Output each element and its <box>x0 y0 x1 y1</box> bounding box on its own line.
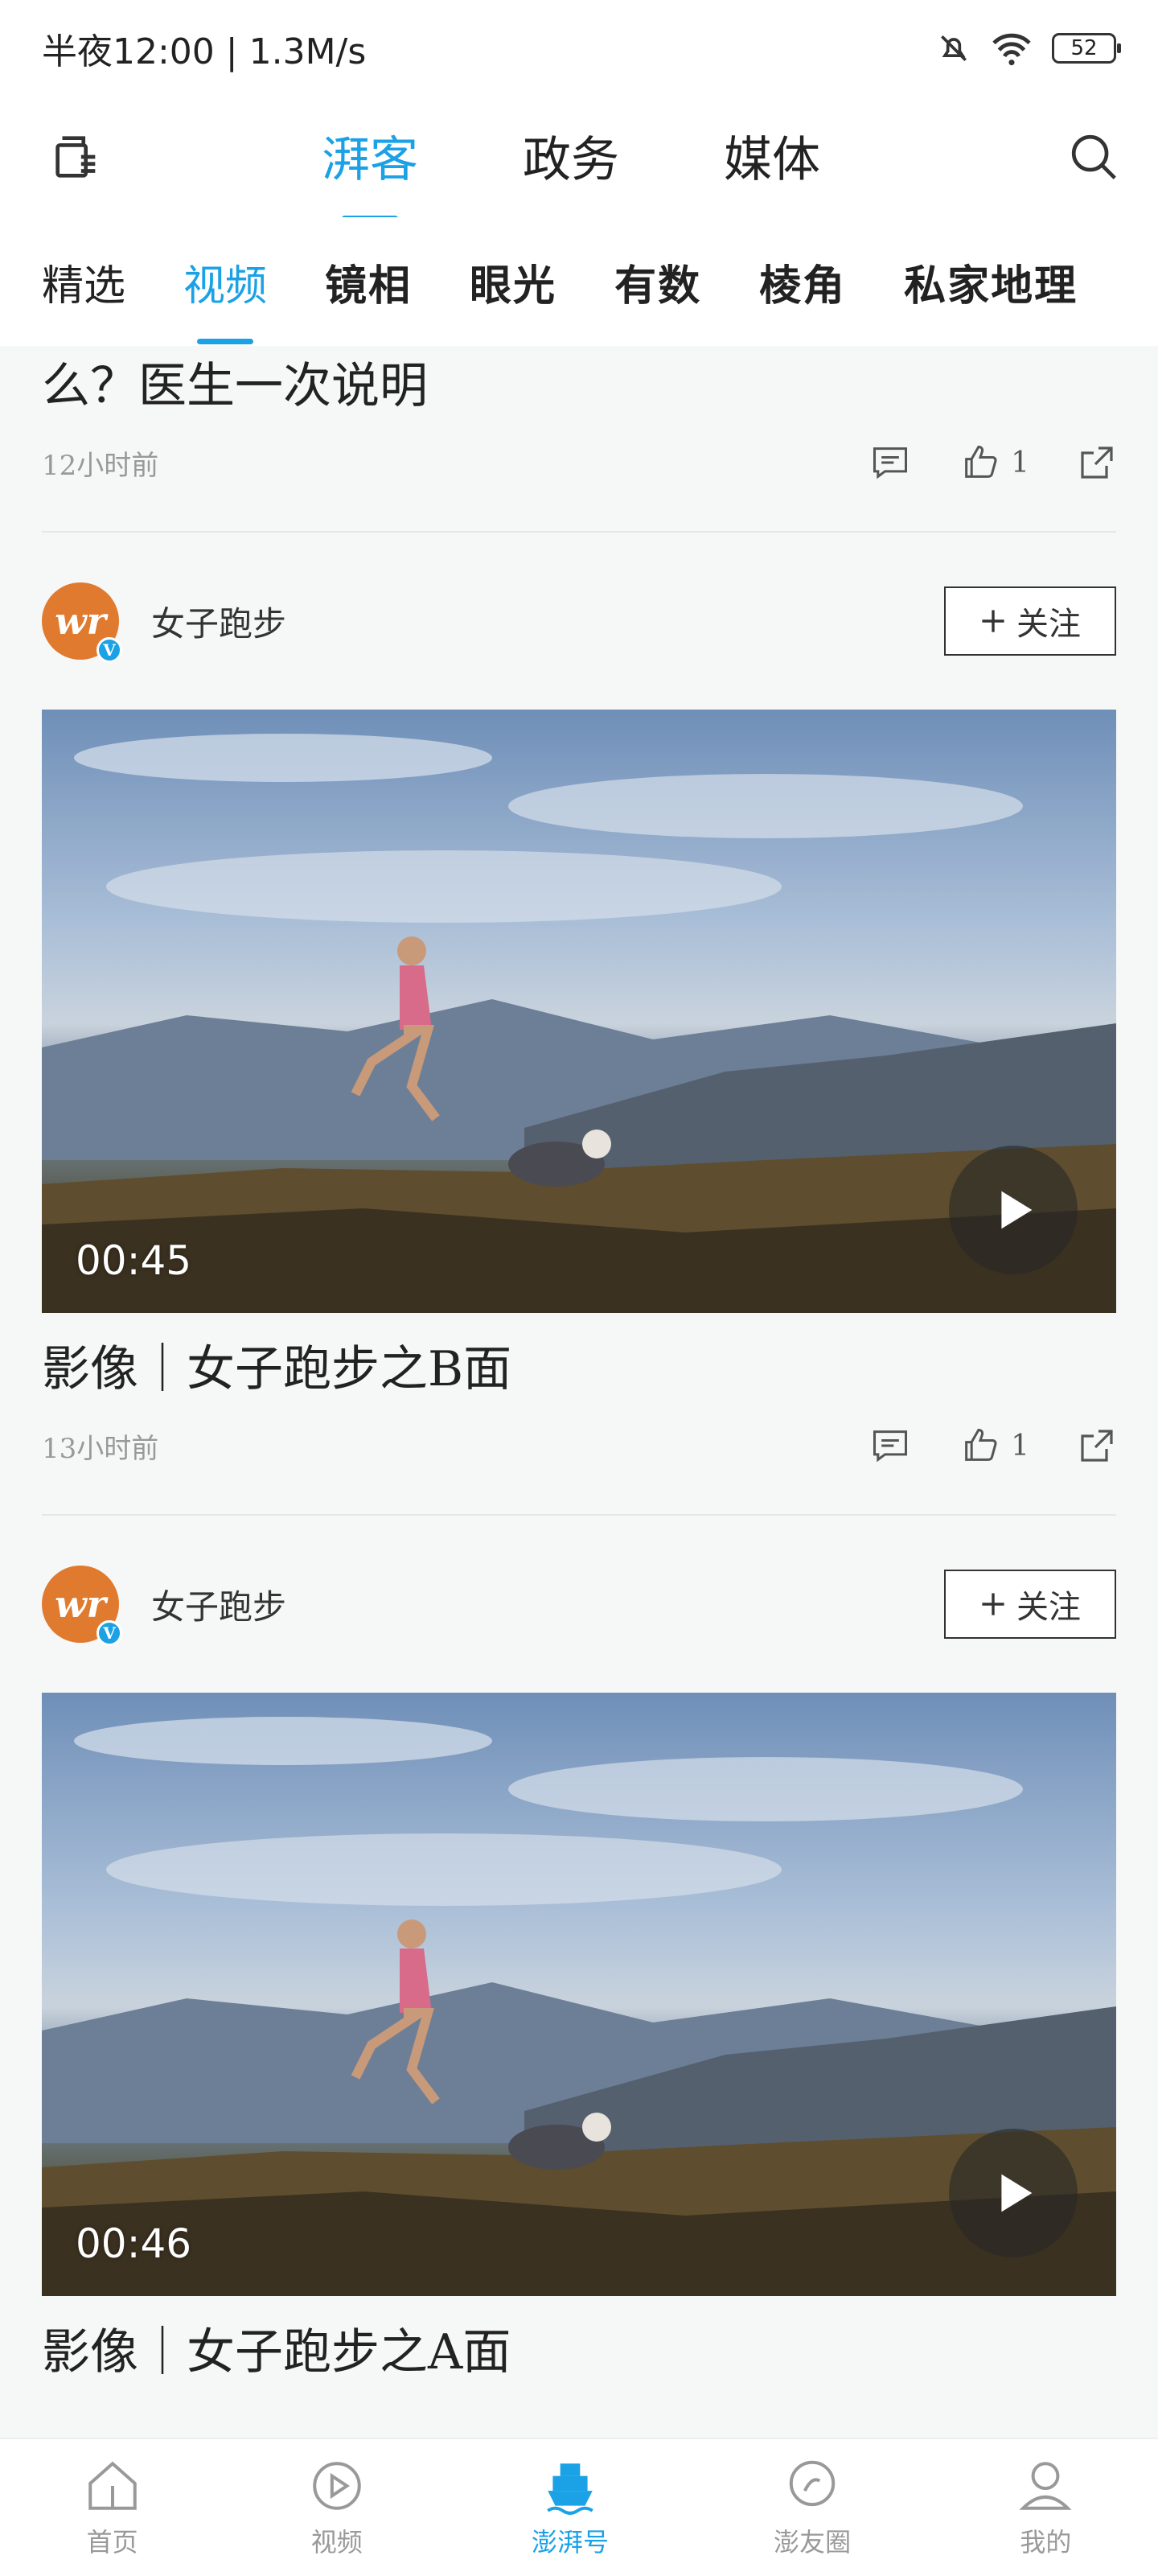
avatar[interactable]: wr V <box>42 582 122 663</box>
battery-indicator: 52 <box>1052 33 1121 64</box>
nav-pengyouquan[interactable]: 澎友圈 <box>774 2456 851 2559</box>
mute-bell-icon <box>941 35 967 61</box>
home-icon <box>88 2461 137 2510</box>
video-title[interactable]: 影像｜女子跑步之A面 <box>42 2320 1116 2385</box>
play-button[interactable] <box>949 2129 1078 2257</box>
video-actions: 1 <box>869 1425 1116 1467</box>
article-card[interactable]: 么？医生一次说明 12小时前 1 <box>0 346 1158 507</box>
video-card[interactable]: wr V 女子跑步 关注 <box>0 1516 1158 2385</box>
video-thumbnail[interactable]: 00:46 <box>42 1693 1116 2296</box>
author-row: wr V 女子跑步 关注 <box>42 533 1116 710</box>
video-duration: 00:46 <box>76 2220 192 2267</box>
subtab-lengjiao[interactable]: 棱角 <box>759 252 846 312</box>
subtab-jingxuan[interactable]: 精选 <box>42 252 125 312</box>
video-title[interactable]: 影像｜女子跑步之B面 <box>42 1337 1116 1401</box>
share-button[interactable] <box>1078 443 1116 482</box>
follow-button[interactable]: 关注 <box>944 586 1116 656</box>
author-name[interactable]: 女子跑步 <box>151 1580 944 1629</box>
like-count: 1 <box>1011 1429 1029 1463</box>
share-icon <box>1081 446 1113 479</box>
like-button[interactable]: 1 <box>959 1425 1029 1467</box>
comment-button[interactable] <box>869 442 911 484</box>
tab-zhengwu[interactable]: 政务 <box>523 121 619 191</box>
article-actions: 1 <box>869 442 1116 484</box>
nav-mine-label: 我的 <box>1020 2527 1072 2557</box>
follow-button[interactable]: 关注 <box>944 1570 1116 1639</box>
sub-tabs: 精选 视频 镜相 眼光 有数 棱角 私家地理 <box>0 217 1158 346</box>
nav-home-label: 首页 <box>86 2527 138 2557</box>
tab-meiti[interactable]: 媒体 <box>724 121 820 191</box>
article-title: 么？医生一次说明 <box>42 358 428 414</box>
nav-home[interactable]: 首页 <box>83 2456 142 2559</box>
nav-pengyouquan-label: 澎友圈 <box>774 2527 852 2557</box>
article-meta: 12小时前 1 <box>42 418 1116 507</box>
play-icon <box>1001 1191 1033 1229</box>
nav-pengpaihao[interactable]: 澎湃号 <box>532 2456 609 2559</box>
chat-circle-icon <box>789 2460 836 2507</box>
video-meta: 13小时前 1 <box>42 1401 1116 1490</box>
main-tabs: 湃客 政务 媒体 <box>322 121 820 191</box>
share-button[interactable] <box>1078 1426 1116 1465</box>
author-row: wr V 女子跑步 关注 <box>42 1516 1116 1693</box>
comment-icon <box>873 1430 908 1463</box>
nav-mine[interactable]: 我的 <box>1016 2456 1075 2559</box>
plus-icon <box>982 610 1004 632</box>
share-icon <box>1081 1430 1113 1462</box>
nav-video[interactable]: 视频 <box>307 2456 367 2559</box>
verified-badge-icon: V <box>96 1620 122 1646</box>
nav-video-label: 视频 <box>310 2527 363 2557</box>
like-button[interactable]: 1 <box>959 442 1029 484</box>
avatar[interactable]: wr V <box>42 1566 122 1646</box>
status-icons: 52 <box>936 31 1121 66</box>
play-button[interactable] <box>949 1146 1078 1274</box>
tab-paike[interactable]: 湃客 <box>322 121 418 191</box>
play-icon <box>1001 2174 1033 2212</box>
search-icon[interactable] <box>1066 129 1122 185</box>
subtab-shipin[interactable]: 视频 <box>183 252 267 312</box>
nav-pengpaihao-label: 澎湃号 <box>531 2527 609 2557</box>
article-time: 12小时前 <box>42 449 159 482</box>
subscribe-list-icon[interactable] <box>48 129 105 185</box>
comment-icon <box>873 447 908 479</box>
subtab-sijiadili[interactable]: 私家地理 <box>904 252 1078 312</box>
author-name[interactable]: 女子跑步 <box>151 597 944 646</box>
video-time: 13小时前 <box>42 1432 159 1465</box>
video-play-icon <box>313 2462 361 2510</box>
status-time: 半夜12:00 | 1.3M/s <box>42 31 367 72</box>
comment-button[interactable] <box>869 1425 911 1467</box>
thumbs-up-icon <box>965 1428 997 1461</box>
battery-level: 52 <box>1070 36 1098 60</box>
subtab-youshu[interactable]: 有数 <box>614 252 701 312</box>
follow-label: 关注 <box>1016 1589 1081 1626</box>
subtab-jingxiang[interactable]: 镜相 <box>325 252 412 312</box>
thumbs-up-icon <box>965 445 997 478</box>
video-card[interactable]: wr V 女子跑步 关注 <box>0 533 1158 1490</box>
wifi-icon <box>992 33 1031 66</box>
follow-label: 关注 <box>1016 606 1081 643</box>
plus-icon <box>982 1593 1004 1615</box>
profile-icon <box>1019 2462 1072 2510</box>
bottom-nav: 首页 视频 澎湃号 澎友圈 我的 <box>0 2438 1158 2576</box>
verified-badge-icon: V <box>96 637 122 663</box>
top-nav: 湃客 政务 媒体 <box>0 97 1158 217</box>
status-bar: 半夜12:00 | 1.3M/s 52 <box>0 0 1158 97</box>
like-count: 1 <box>1011 446 1029 479</box>
feed: 么？医生一次说明 12小时前 1 wr V 女子跑步 关注 00:45 影像｜女… <box>0 346 1158 2385</box>
subtab-yanguang[interactable]: 眼光 <box>470 252 556 312</box>
ship-icon <box>547 2463 593 2515</box>
video-duration: 00:45 <box>76 1237 192 1284</box>
video-thumbnail[interactable]: 00:45 <box>42 710 1116 1313</box>
